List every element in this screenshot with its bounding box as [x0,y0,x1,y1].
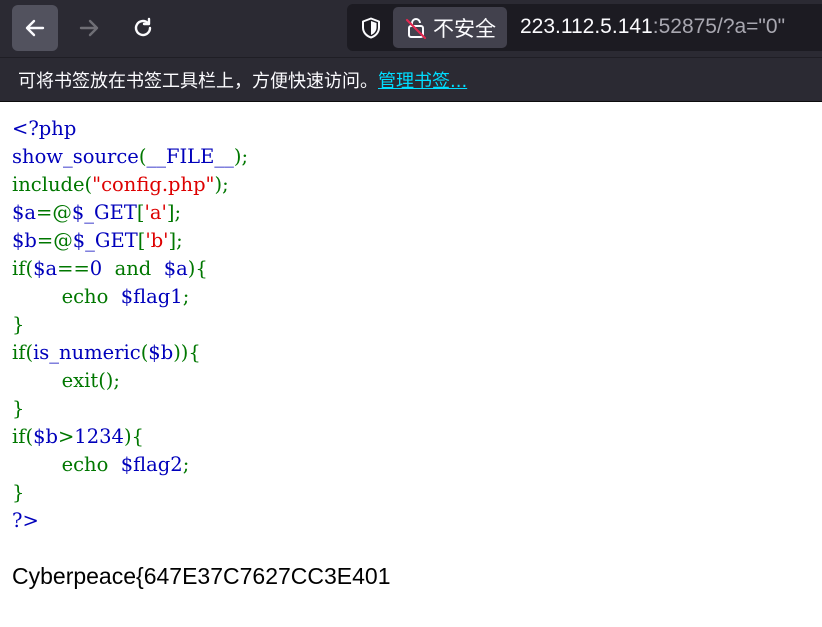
code-token: 1234 [74,425,124,448]
code-token: "config.php" [92,173,215,196]
code-token: $b [33,425,58,448]
code-token: is_numeric [33,341,141,364]
code-token: ); [214,173,229,196]
url-host: 223.112.5.141 [520,15,653,38]
site-security-button[interactable]: 不安全 [393,7,507,48]
code-token: $_GET [72,229,138,252]
code-token: ); [233,145,249,168]
code-token: echo [61,453,121,476]
code-token: exit(); [61,369,120,392]
bookmarks-prompt: 可将书签放在书签工具栏上，方便快速访问。 [18,70,378,92]
code-token: ){ [123,425,144,448]
code-line: show_source(__FILE__); [12,143,248,171]
code-token: =@ [36,201,72,224]
code-token: } [12,313,25,336]
shield-icon[interactable] [359,16,383,40]
code-token: __FILE__ [146,145,234,168]
code-line: <?php [12,115,248,143]
code-line: echo $flag1; [12,283,248,311]
code-line: } [12,479,248,507]
insecure-label: 不安全 [433,16,496,41]
code-token: if( [12,341,34,364]
code-line: echo $flag2; [12,451,248,479]
insecure-lock-icon [405,17,427,39]
code-token: 0 [89,257,115,280]
code-token: $a [163,257,188,280]
code-token: $flag1 [120,285,183,308]
code-token: $b [12,229,37,252]
code-line: } [12,395,248,423]
address-bar[interactable]: 不安全 223.112.5.141:52875/?a="0" [347,4,822,51]
code-token: ; [182,453,190,476]
code-token: ]; [166,201,182,224]
bookmarks-toolbar: 可将书签放在书签工具栏上，方便快速访问。 管理书签... [0,57,822,102]
reload-icon [134,17,152,37]
code-token: $b [148,341,174,364]
code-token: ]; [168,229,183,252]
code-token: ){ [187,257,208,280]
url-text[interactable]: 223.112.5.141:52875/?a="0" [520,15,785,39]
code-token: ; [182,285,190,308]
code-token: > [57,425,75,448]
code-line: include("config.php"); [12,171,248,199]
code-token: } [12,481,25,504]
code-token: and [114,257,164,280]
page-output-text: Cyberpeace{647E37C7627CC3E401 [12,563,391,589]
code-token: 'a' [144,201,167,224]
arrow-left-icon [25,19,45,37]
code-token: =@ [36,229,73,252]
code-token: ?> [12,509,39,532]
code-token: <?php [12,117,77,140]
code-line: if($b>1234){ [12,423,248,451]
url-path: :52875/?a="0" [652,15,786,38]
code-line: } [12,311,248,339]
arrow-right-icon [79,19,99,37]
code-line: if(is_numeric($b)){ [12,339,248,367]
code-line: ?> [12,507,248,535]
code-token: $a [33,257,58,280]
code-token: show_source [12,145,139,168]
code-line: $b=@$_GET['b']; [12,227,248,255]
code-token: 'b' [145,229,169,252]
code-token: $a [12,201,37,224]
code-token: echo [61,285,121,308]
code-line: exit(); [12,367,248,395]
php-source-code: <?php show_source(__FILE__); include("conf… [12,115,248,535]
code-token: if( [12,257,34,280]
code-token: } [12,397,25,420]
code-line: $a=@$_GET['a']; [12,199,248,227]
code-line: if($a==0 and $a){ [12,255,248,283]
manage-bookmarks-link[interactable]: 管理书签... [378,67,467,93]
back-button[interactable] [12,5,58,51]
code-token: if( [12,425,34,448]
code-token: $flag2 [120,453,183,476]
code-token: $_GET [71,201,137,224]
code-token: )){ [173,341,201,364]
code-token: == [57,257,90,280]
browser-toolbar: 不安全 223.112.5.141:52875/?a="0" [0,0,822,57]
reload-button[interactable] [120,5,166,51]
code-token: include( [12,173,93,196]
forward-button[interactable] [66,5,112,51]
